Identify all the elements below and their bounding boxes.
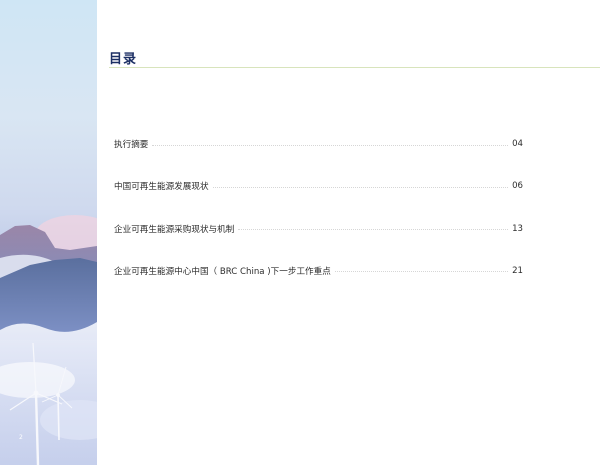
toc-dot-leader [212,186,509,188]
toc-entry-page: 21 [512,265,523,276]
toc-entry-page: 04 [512,139,523,149]
title-divider [109,67,600,68]
page-title: 目录 [109,52,138,67]
wind-turbine-landscape-image [0,215,97,465]
toc-dot-leader [238,229,509,231]
toc-entry-china-renewable-status[interactable]: 中国可再生能源发展现状 06 [114,176,523,196]
toc-entry-label: 执行摘要 [114,140,149,150]
toc-dot-leader [152,144,509,146]
toc-entry-label: 企业可再生能源采购现状与机制 [114,224,235,235]
toc-entry-label: 企业可再生能源中心中国（ BRC China )下一步工作重点 [114,266,331,277]
table-of-contents: 执行摘要 04 中国可再生能源发展现状 06 企业可再生能源采购现状与机制 13… [114,134,523,303]
page-number: 2 [19,434,23,441]
cover-image-panel: 2 [0,0,97,465]
toc-entry-brc-china-next-steps[interactable]: 企业可再生能源中心中国（ BRC China )下一步工作重点 21 [114,261,523,281]
toc-entry-page: 06 [512,181,523,192]
toc-entry-executive-summary[interactable]: 执行摘要 04 [114,134,523,154]
toc-entry-corporate-procurement[interactable]: 企业可再生能源采购现状与机制 13 [114,219,523,239]
toc-dot-leader [334,271,509,273]
toc-entry-label: 中国可再生能源发展现状 [114,182,209,193]
toc-entry-page: 13 [512,223,523,234]
